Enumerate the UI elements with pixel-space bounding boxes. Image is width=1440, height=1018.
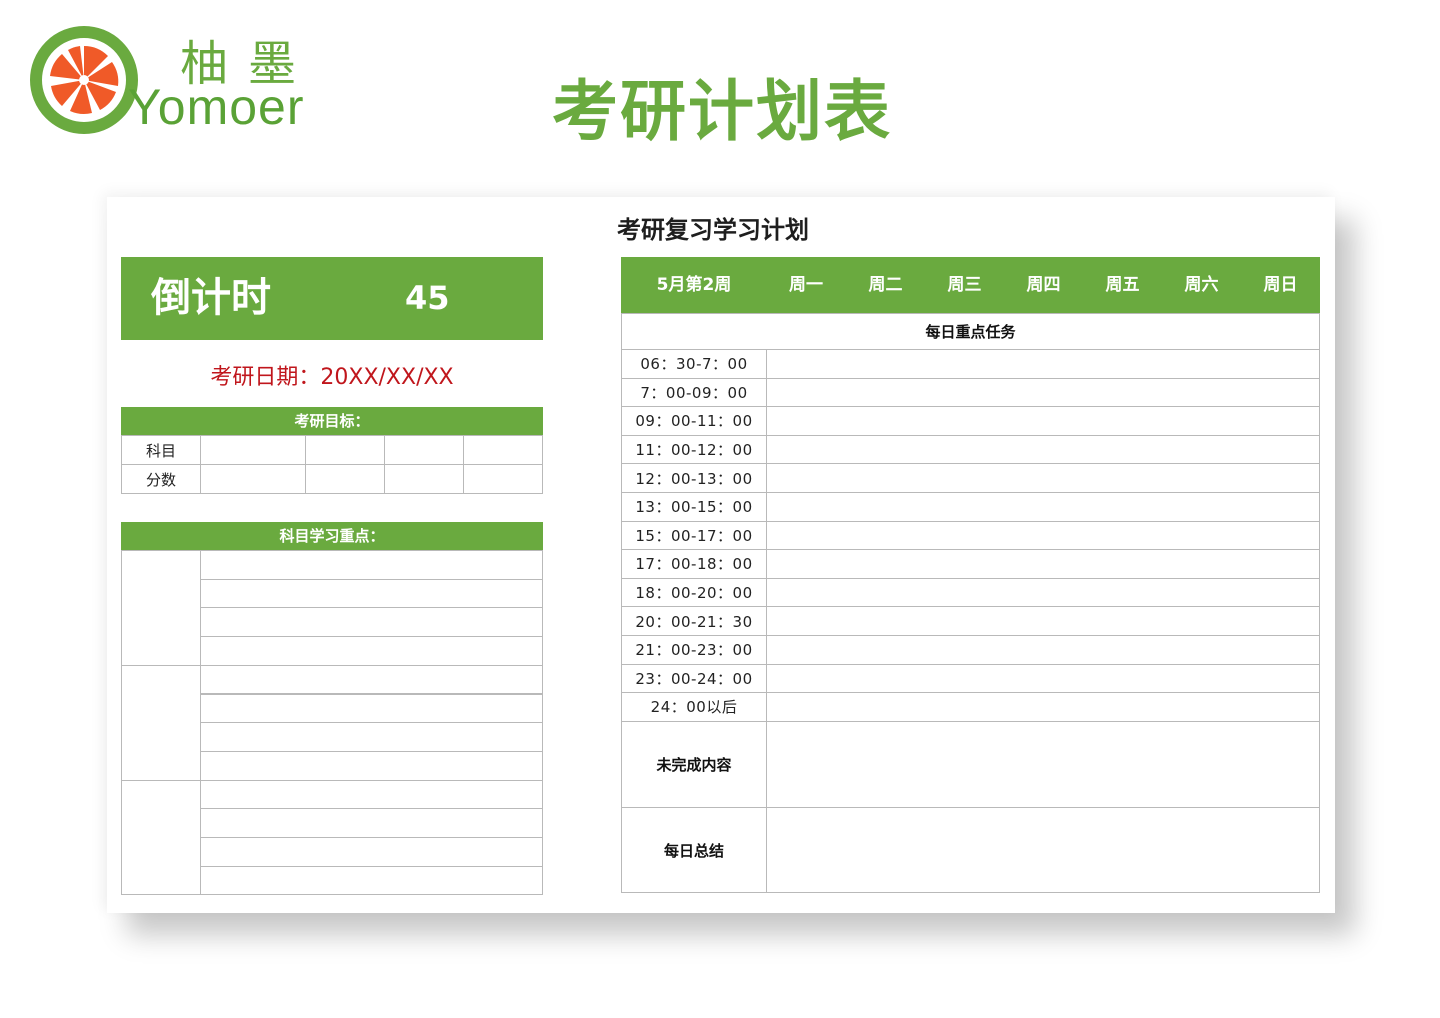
- exam-date: 考研日期：20XX/XX/XX: [210, 365, 454, 390]
- time-slot-label: 20：00-21：30: [621, 606, 767, 636]
- goal-row-label: 科目: [121, 435, 201, 465]
- focus-note-cell[interactable]: [200, 693, 543, 724]
- brand-name-en: Yomoer: [128, 79, 305, 135]
- countdown-value: 45: [405, 279, 450, 317]
- focus-note-cell[interactable]: [200, 779, 543, 810]
- goal-cell[interactable]: [200, 464, 306, 494]
- time-slot-label: 12：00-13：00: [621, 463, 767, 493]
- day-wednesday[interactable]: 周三: [925, 257, 1004, 314]
- focus-subject-cell[interactable]: [121, 664, 201, 781]
- time-slot-task[interactable]: [766, 463, 1320, 493]
- time-slot-label: 7：00-09：00: [621, 377, 767, 408]
- time-slot-label: 21：00-23：00: [621, 635, 767, 665]
- countdown-label: 倒计时: [151, 275, 271, 321]
- time-slot-label: 23：00-24：00: [621, 663, 767, 694]
- sheet-title: 考研复习学习计划: [617, 216, 809, 244]
- goal-row-label: 分数: [121, 464, 201, 494]
- goal-cell[interactable]: [384, 464, 464, 494]
- goal-cell[interactable]: [305, 435, 385, 465]
- time-slot-task[interactable]: [766, 520, 1320, 551]
- summary-label: 每日总结: [621, 807, 767, 893]
- focus-note-cell[interactable]: [200, 664, 543, 695]
- time-slot-label: 09：00-11：00: [621, 406, 767, 436]
- unfinished-content[interactable]: [766, 721, 1320, 808]
- time-slot-label: 06：30-7：00: [621, 349, 767, 379]
- focus-note-cell[interactable]: [200, 750, 543, 781]
- week-header: 5月第2周 周一 周二 周三 周四 周五 周六 周日: [621, 257, 1320, 314]
- focus-note-cell[interactable]: [200, 607, 543, 638]
- time-slot-label: 17：00-18：00: [621, 549, 767, 579]
- day-monday[interactable]: 周一: [767, 257, 845, 314]
- goal-cell[interactable]: [200, 435, 306, 465]
- focus-note-cell[interactable]: [200, 808, 543, 838]
- grapefruit-logo-icon: [30, 26, 138, 134]
- time-slot-task[interactable]: [766, 606, 1320, 636]
- focus-note-cell[interactable]: [200, 636, 543, 666]
- focus-note-cell[interactable]: [200, 578, 543, 609]
- goal-cell[interactable]: [384, 435, 464, 465]
- time-slot-task[interactable]: [766, 549, 1320, 579]
- time-slot-label: 18：00-20：00: [621, 577, 767, 608]
- brand-logo: 柚墨 Yomoer: [28, 24, 328, 136]
- time-slot-task[interactable]: [766, 406, 1320, 436]
- time-slot-task[interactable]: [766, 434, 1320, 465]
- time-slot-task[interactable]: [766, 692, 1320, 722]
- week-label: 5月第2周: [656, 275, 732, 295]
- focus-note-cell[interactable]: [200, 837, 543, 867]
- focus-note-cell[interactable]: [200, 722, 543, 752]
- time-slot-task[interactable]: [766, 663, 1320, 694]
- goal-cell[interactable]: [305, 464, 385, 494]
- day-thursday[interactable]: 周四: [1004, 257, 1083, 314]
- unfinished-label: 未完成内容: [621, 721, 767, 808]
- time-slot-label: 15：00-17：00: [621, 520, 767, 551]
- page-title: 考研计划表: [552, 73, 892, 150]
- goal-cell[interactable]: [463, 435, 543, 465]
- focus-note-cell[interactable]: [200, 550, 543, 580]
- time-slot-task[interactable]: [766, 349, 1320, 379]
- time-slot-label: 13：00-15：00: [621, 492, 767, 522]
- daily-tasks-header: 每日重点任务: [621, 313, 1320, 350]
- focus-subject-cell[interactable]: [121, 550, 201, 666]
- goals-header: 考研目标：: [121, 407, 543, 436]
- day-friday[interactable]: 周五: [1083, 257, 1162, 314]
- day-saturday[interactable]: 周六: [1162, 257, 1241, 314]
- time-slot-task[interactable]: [766, 377, 1320, 408]
- time-slot-label: 11：00-12：00: [621, 434, 767, 465]
- summary-content[interactable]: [766, 807, 1320, 893]
- goal-cell[interactable]: [463, 464, 543, 494]
- day-sunday[interactable]: 周日: [1241, 257, 1320, 314]
- focus-header: 科目学习重点：: [121, 522, 543, 551]
- focus-note-cell[interactable]: [200, 865, 543, 896]
- time-slot-label: 24：00以后: [621, 692, 767, 722]
- focus-subject-cell[interactable]: [121, 779, 201, 896]
- day-tuesday[interactable]: 周二: [846, 257, 925, 314]
- plan-sheet: 考研复习学习计划 倒计时 45 考研日期：20XX/XX/XX 考研目标： 科目…: [107, 197, 1335, 913]
- time-slot-task[interactable]: [766, 635, 1320, 665]
- countdown-banner: 倒计时 45: [121, 257, 543, 340]
- time-slot-task[interactable]: [766, 492, 1320, 522]
- time-slot-task[interactable]: [766, 577, 1320, 608]
